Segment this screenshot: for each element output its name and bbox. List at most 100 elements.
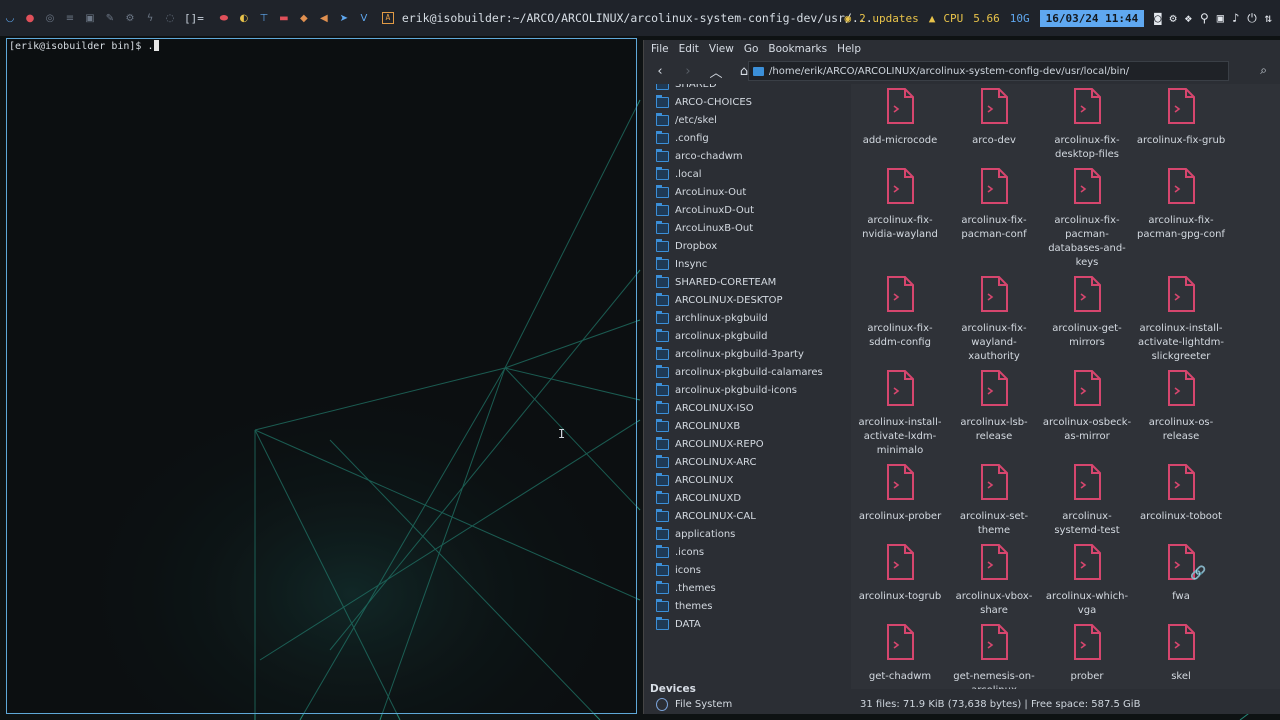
file-item[interactable]: arcolinux-lsb-release — [947, 370, 1041, 444]
forward-icon[interactable]: › — [676, 64, 700, 79]
app-icon-5[interactable]: ◆ — [294, 13, 314, 24]
sidebar-item[interactable]: .themes — [656, 579, 846, 597]
sidebar-item[interactable]: ARCOLINUX-REPO — [656, 435, 846, 453]
sidebar-item[interactable]: ARCO-CHOICES — [656, 93, 846, 111]
sidebar-item[interactable]: .local — [656, 165, 846, 183]
sidebar-item[interactable]: ARCOLINUXD — [656, 489, 846, 507]
sidebar-item[interactable]: ArcoLinuxD-Out — [656, 201, 846, 219]
sidebar-item[interactable]: themes — [656, 597, 846, 615]
file-item[interactable]: arcolinux-fix-desktop-files — [1040, 88, 1134, 162]
file-item[interactable]: arcolinux-fix-pacman-gpg-conf — [1134, 168, 1228, 242]
sidebar-item[interactable]: arcolinux-pkgbuild — [656, 327, 846, 345]
sidebar-item[interactable]: arcolinux-pkgbuild-calamares — [656, 363, 846, 381]
app-icon-4[interactable]: ▬ — [274, 13, 294, 24]
settings-icon[interactable]: ⚙ — [1170, 11, 1177, 25]
sidebar-item[interactable]: Dropbox — [656, 237, 846, 255]
sidebar-item[interactable]: DATA — [656, 615, 846, 633]
sidebar-item[interactable]: .config — [656, 129, 846, 147]
sidebar-item[interactable]: ARCOLINUX-CAL — [656, 507, 846, 525]
sidebar-item[interactable]: ARCOLINUXB — [656, 417, 846, 435]
tag-9-icon[interactable]: ◌ — [160, 13, 180, 24]
sidebar-item[interactable]: Insync — [656, 255, 846, 273]
network-icon[interactable]: ⇅ — [1265, 11, 1272, 25]
dropbox-icon[interactable]: ❖ — [1185, 11, 1192, 25]
app-icon-6[interactable]: ◀ — [314, 13, 334, 24]
sidebar-item[interactable]: ARCOLINUX-ISO — [656, 399, 846, 417]
sidebar-item[interactable]: ArcoLinux-Out — [656, 183, 846, 201]
sidebar-item[interactable]: arcolinux-pkgbuild-icons — [656, 381, 846, 399]
lamp-icon[interactable]: ⚲ — [1200, 11, 1209, 25]
file-item[interactable]: arcolinux-systemd-test — [1040, 464, 1134, 538]
file-item[interactable]: prober — [1040, 624, 1134, 684]
file-item[interactable]: arcolinux-osbeck-as-mirror — [1040, 370, 1134, 444]
power-icon[interactable]: ⏻ — [1247, 11, 1257, 26]
tag-arch-icon[interactable]: ◡ — [0, 13, 20, 24]
file-item[interactable]: arcolinux-vbox-share — [947, 544, 1041, 618]
device-item[interactable]: File System — [656, 695, 846, 713]
file-item[interactable]: arcolinux-fix-sddm-config — [853, 276, 947, 350]
clock[interactable]: 16/03/24 11:44 — [1039, 9, 1145, 27]
file-item[interactable]: skel — [1134, 624, 1228, 684]
file-item[interactable]: arcolinux-install-activate-lxdm-minimalo — [853, 370, 947, 458]
app-icon-8[interactable]: V — [354, 13, 374, 24]
tag-6-icon[interactable]: ✎ — [100, 13, 120, 24]
back-icon[interactable]: ‹ — [648, 64, 672, 79]
file-item[interactable]: add-microcode — [853, 88, 947, 148]
file-item[interactable]: arco-dev — [947, 88, 1041, 148]
tag-5-icon[interactable]: ▣ — [80, 13, 100, 24]
sidebar-item[interactable]: ArcoLinuxB-Out — [656, 219, 846, 237]
terminal-window[interactable]: [erik@isobuilder bin]$ . — [6, 38, 637, 714]
file-item[interactable]: arcolinux-set-theme — [947, 464, 1041, 538]
camera-icon[interactable]: ◙ — [1154, 11, 1161, 25]
sidebar-item[interactable]: arco-chadwm — [656, 147, 846, 165]
sidebar-item[interactable]: /etc/skel — [656, 111, 846, 129]
tag-4-icon[interactable]: ≡ — [60, 13, 80, 24]
sidebar-item[interactable]: arcolinux-pkgbuild-3party — [656, 345, 846, 363]
menu-bookmarks[interactable]: Bookmarks — [768, 43, 827, 55]
menu-help[interactable]: Help — [837, 43, 861, 55]
file-item[interactable]: arcolinux-fix-pacman-conf — [947, 168, 1041, 242]
app-icon-2[interactable]: ◐ — [234, 13, 254, 24]
file-item[interactable]: arcolinux-which-vga — [1040, 544, 1134, 618]
device-item[interactable]: dev⏏ — [656, 713, 846, 714]
screen-icon[interactable]: ▣ — [1217, 11, 1224, 25]
sidebar-item[interactable]: ARCOLINUX — [656, 471, 846, 489]
file-item[interactable]: arcolinux-fix-pacman-databases-and-keys — [1040, 168, 1134, 270]
file-item[interactable]: arcolinux-toboot — [1134, 464, 1228, 524]
tag-8-icon[interactable]: ϟ — [140, 13, 160, 24]
layout-indicator[interactable]: []= — [184, 12, 204, 25]
sidebar-item[interactable]: icons — [656, 561, 846, 579]
sidebar-item[interactable]: .icons — [656, 543, 846, 561]
app-icon-3[interactable]: ⊤ — [254, 13, 274, 24]
menu-view[interactable]: View — [709, 43, 734, 55]
file-item[interactable]: arcolinux-fix-grub — [1134, 88, 1228, 148]
volume-icon[interactable]: ♪ — [1232, 11, 1239, 25]
menu-file[interactable]: File — [651, 43, 669, 55]
file-item[interactable]: arcolinux-install-activate-lightdm-slick… — [1134, 276, 1228, 364]
app-icon-1[interactable]: ⬬ — [214, 13, 234, 24]
file-item[interactable]: arcolinux-get-mirrors — [1040, 276, 1134, 350]
sidebar-item[interactable]: ARCOLINUX-ARC — [656, 453, 846, 471]
search-icon[interactable]: ⌕ — [1260, 63, 1267, 78]
file-item[interactable]: 🔗 fwa — [1134, 544, 1228, 604]
file-item[interactable]: arcolinux-togrub — [853, 544, 947, 604]
location-bar[interactable]: /home/erik/ARCO/ARCOLINUX/arcolinux-syst… — [748, 61, 1229, 81]
sidebar-item[interactable]: ARCOLINUX-DESKTOP — [656, 291, 846, 309]
file-item[interactable]: arcolinux-fix-wayland-xauthority — [947, 276, 1041, 364]
sidebar-item[interactable]: SHARED-CORETEAM — [656, 273, 846, 291]
file-item[interactable]: get-chadwm — [853, 624, 947, 684]
tag-2-icon[interactable]: ● — [20, 13, 40, 24]
terminal-prompt[interactable]: [erik@isobuilder bin]$ . — [9, 40, 159, 52]
sidebar-item[interactable]: SHARED — [656, 84, 846, 93]
tag-3-icon[interactable]: ◎ — [40, 13, 60, 24]
menu-edit[interactable]: Edit — [679, 43, 699, 55]
tag-7-icon[interactable]: ⚙ — [120, 13, 140, 24]
app-icon-7[interactable]: ➤ — [334, 13, 354, 24]
updates-count[interactable]: 2 updates — [859, 12, 919, 25]
up-icon[interactable]: ︿ — [704, 62, 728, 81]
file-item[interactable]: get-nemesis-on-arcolinux — [947, 624, 1041, 689]
menu-go[interactable]: Go — [744, 43, 759, 55]
sidebar-item[interactable]: archlinux-pkgbuild — [656, 309, 846, 327]
file-item[interactable]: arcolinux-fix-nvidia-wayland — [853, 168, 947, 242]
sidebar-item[interactable]: applications — [656, 525, 846, 543]
